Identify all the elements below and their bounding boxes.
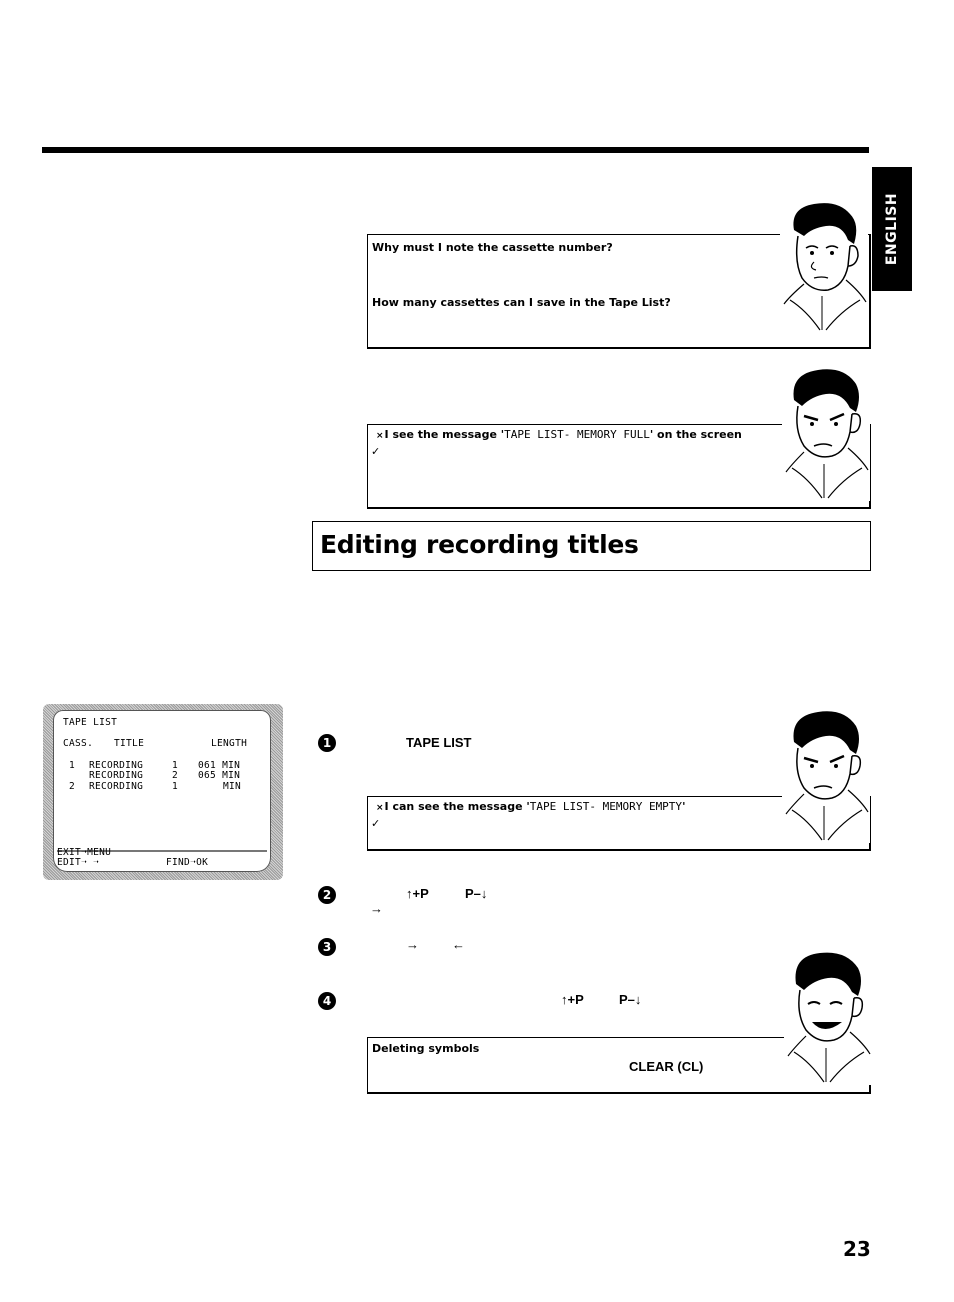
row-1-cass: 1 [69,760,76,771]
x-mark-icon: × [376,803,384,813]
problem-prefix: I see the message ' [384,428,505,441]
step-1-badge: 1 [318,734,336,752]
problem-prefix: I can see the message ' [384,800,530,813]
column-cass: CASS. [63,738,94,749]
step-3-arrow-right-icon: → [406,937,419,952]
confused-man-illustration [780,200,868,335]
tv-screen-illustration: TAPE LIST CASS. TITLE LENGTH 1 RECORDING… [43,704,283,880]
row-3-title: RECORDING [89,781,144,792]
column-length: LENGTH [211,738,248,749]
step-2-key-p-minus-down: P–↓ [465,886,488,901]
footer-find: FIND➝OK [166,857,209,868]
section-title-box: Editing recording titles [312,521,871,571]
row-3-cass: 2 [69,781,76,792]
problem-text: ×I see the message 'TAPE LIST- MEMORY FU… [376,428,742,441]
footer-edit: EDIT➝ ➝ [57,857,100,868]
page-number: 23 [843,1237,871,1261]
step-2-key-up-plus-p: ↑+P [406,886,429,901]
step-4-key-p-minus-down: P–↓ [619,992,642,1007]
column-title: TITLE [114,738,145,749]
language-tab: ENGLISH [872,167,912,291]
section-title: Editing recording titles [320,530,639,559]
step-2-arrow-right-icon: → [370,901,383,916]
step-1-key-tape-list: TAPE LIST [406,735,472,750]
tv-screen-display: TAPE LIST CASS. TITLE LENGTH 1 RECORDING… [53,710,271,872]
smiling-man-illustration [784,950,872,1085]
faq-question-2: How many cassettes can I save in the Tap… [372,296,671,309]
step-3-arrow-left-icon: ← [452,937,465,952]
language-tab-label: ENGLISH [884,192,900,266]
row-2-length: 065 MIN [198,770,241,781]
problem-text: ×I can see the message 'TAPE LIST- MEMOR… [376,800,685,813]
check-icon: ✓ [371,445,381,458]
check-icon: ✓ [371,817,381,830]
frowning-man-illustration [782,708,870,843]
problem-suffix: ' on the screen [649,428,742,441]
x-mark-icon: × [376,431,384,441]
row-3-length: MIN [223,781,242,792]
step-4-key-up-plus-p: ↑+P [561,992,584,1007]
problem-code: TAPE LIST- MEMORY FULL [504,428,650,441]
tape-list-heading: TAPE LIST [63,717,118,728]
frowning-man-illustration [782,366,870,501]
clear-key-label: CLEAR (CL) [629,1059,704,1074]
tip-heading: Deleting symbols [372,1042,480,1055]
step-4-badge: 4 [318,992,336,1010]
header-rule [42,147,869,153]
row-2-title: RECORDING [89,770,144,781]
step-3-badge: 3 [318,938,336,956]
problem-suffix: ' [682,800,686,813]
step-2-badge: 2 [318,886,336,904]
problem-code: TAPE LIST- MEMORY EMPTY [529,800,683,813]
row-3-num: 1 [172,781,179,792]
row-2-num: 2 [172,770,179,781]
faq-question-1: Why must I note the cassette number? [372,241,613,254]
